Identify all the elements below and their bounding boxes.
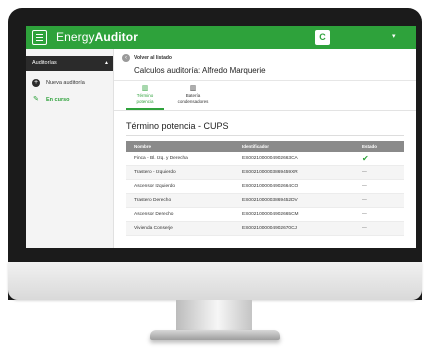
column-header-nombre[interactable]: Nombre <box>134 141 151 152</box>
row-identifier: ES0021000003869452DV <box>242 198 298 203</box>
tab-termino-potencia[interactable]: ▥ Término potencia <box>128 84 162 105</box>
brand-bold: Auditor <box>94 30 138 44</box>
cups-table: Nombre Identificador Estado Finca - Bl. … <box>126 141 404 236</box>
row-name: Trastero Derecho <box>134 198 172 203</box>
back-to-list-link[interactable]: Volver al listado <box>134 54 172 62</box>
row-name: Finca - Bl. Izq. y Derecha <box>134 156 188 161</box>
status-pending-icon: — <box>362 184 367 189</box>
chart-icon: ▥ <box>189 85 197 92</box>
chart-icon: ▥ <box>141 85 149 92</box>
divider <box>114 110 416 111</box>
hamburger-menu-icon[interactable] <box>32 30 47 45</box>
table-row[interactable]: Ascensor Derecho ES0021000004902665CM — <box>126 208 404 222</box>
row-identifier: ES0021000004902663CA <box>242 156 298 161</box>
edit-icon: ✎ <box>33 96 39 103</box>
row-name: Ascensor Izquierdo <box>134 184 176 189</box>
table-row[interactable]: Finca - Bl. Izq. y Derecha ES00210000049… <box>126 152 404 166</box>
row-name: Trastero - Izquierdo <box>134 170 176 175</box>
tab-label-line2: condensadores <box>177 99 209 104</box>
tab-label-line1: Término <box>136 93 154 98</box>
row-identifier: ES0021000003869459XR <box>242 170 298 175</box>
tab-label-line2: potencia <box>136 99 154 104</box>
table-header: Nombre Identificador Estado <box>126 141 404 152</box>
monitor-stand-base <box>150 330 280 340</box>
checkmark-icon: ✔ <box>362 154 369 163</box>
chevron-up-icon: ▲ <box>104 60 109 66</box>
back-arrow-icon[interactable]: ‹ <box>122 54 130 62</box>
monitor-stand-neck <box>176 300 252 334</box>
column-header-identificador[interactable]: Identificador <box>242 141 269 152</box>
page-title: Calculos auditoría: Alfredo Marquerie <box>134 66 266 75</box>
column-header-estado[interactable]: Estado <box>362 141 377 152</box>
app-header: EnergyAuditor C ▾ <box>26 26 416 49</box>
table-row[interactable]: Vivienda Conserje ES0021000004902670CJ — <box>126 222 404 236</box>
table-row[interactable]: Trastero Derecho ES0021000003869452DV — <box>126 194 404 208</box>
section-title: Término potencia - CUPS <box>126 121 229 131</box>
status-pending-icon: — <box>362 170 367 175</box>
table-row[interactable]: Ascensor Izquierdo ES0021000004902664CO … <box>126 180 404 194</box>
status-pending-icon: — <box>362 226 367 231</box>
monitor-chin <box>8 262 422 300</box>
divider <box>126 135 404 136</box>
plus-circle-icon: + <box>32 79 40 87</box>
row-identifier: ES0021000004902665CM <box>242 212 299 217</box>
row-name: Vivienda Conserje <box>134 226 173 231</box>
app-logo: EnergyAuditor <box>56 30 138 45</box>
table-row[interactable]: Trastero - Izquierdo ES0021000003869459X… <box>126 166 404 180</box>
main-content: ‹ Volver al listado Calculos auditoría: … <box>114 49 416 248</box>
sidebar-item-label: Nueva auditoría <box>46 80 85 86</box>
sidebar-section-label: Auditorías <box>32 60 57 66</box>
chevron-down-icon[interactable]: ▾ <box>392 32 396 42</box>
tab-label-line1: Batería <box>185 93 201 98</box>
row-name: Ascensor Derecho <box>134 212 174 217</box>
tab-bateria-condensadores[interactable]: ▥ Batería condensadores <box>170 84 216 105</box>
row-identifier: ES0021000004902664CO <box>242 184 299 189</box>
app-screen: EnergyAuditor C ▾ Auditorías ▲ + Nueva a… <box>26 26 416 248</box>
row-identifier: ES0021000004902670CJ <box>242 226 297 231</box>
status-pending-icon: — <box>362 198 367 203</box>
status-pending-icon: — <box>362 212 367 217</box>
sidebar-item-label: En curso <box>46 97 70 103</box>
sidebar-section-auditorias[interactable]: Auditorías ▲ <box>26 56 113 71</box>
brand-light: Energy <box>56 30 95 44</box>
sidebar: Auditorías ▲ + Nueva auditoría ✎ En curs… <box>26 49 114 248</box>
divider <box>114 80 416 81</box>
user-avatar[interactable]: C <box>315 30 330 45</box>
